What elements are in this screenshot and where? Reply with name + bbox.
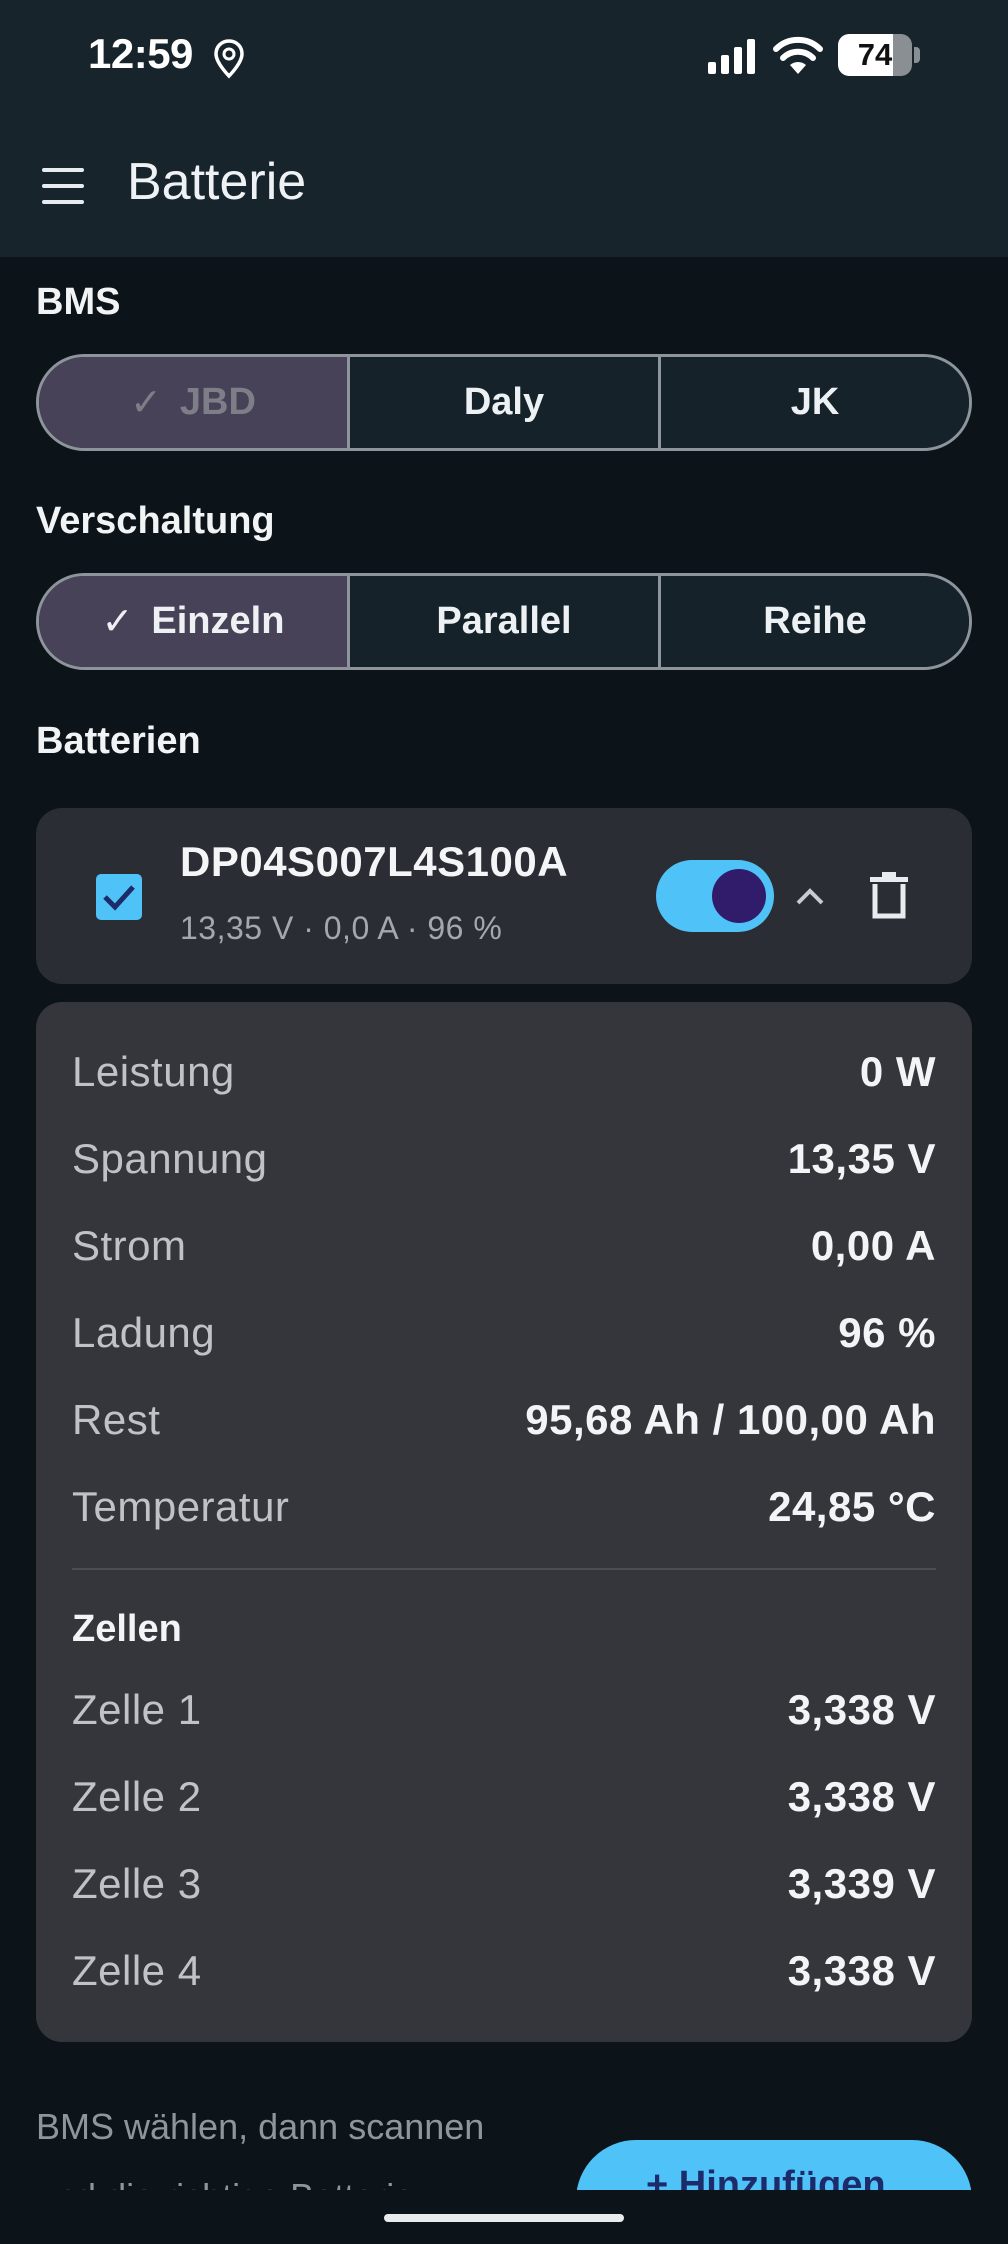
battery-enable-switch[interactable] — [656, 860, 774, 932]
bms-option-jbd[interactable]: ✓ JBD — [39, 357, 350, 448]
home-indicator[interactable] — [384, 2214, 624, 2222]
detail-row-ladung: Ladung 96 % — [72, 1309, 936, 1356]
batterien-label: Batterien — [36, 720, 201, 762]
location-icon — [214, 39, 244, 79]
screen: 12:59 74 Batterie BMS ✓ JBD Daly JK Vers… — [0, 0, 1008, 2244]
cell-row-2: Zelle 2 3,338 V — [72, 1773, 936, 1820]
battery-indicator: 74 — [838, 34, 920, 76]
cells-title: Zellen — [72, 1608, 182, 1650]
chevron-up-icon[interactable] — [790, 876, 830, 916]
battery-name: DP04S007L4S100A — [180, 838, 569, 885]
detail-row-temperatur: Temperatur 24,85 °C — [72, 1483, 936, 1530]
verschaltung-selector: ✓ Einzeln Parallel Reihe — [36, 573, 972, 670]
detail-row-strom: Strom 0,00 A — [72, 1222, 936, 1269]
cell-row-3: Zelle 3 3,339 V — [72, 1860, 936, 1907]
menu-icon[interactable] — [40, 168, 86, 204]
battery-checkbox[interactable] — [96, 874, 142, 920]
battery-summary: 13,35 V · 0,0 A · 96 % — [180, 910, 503, 946]
detail-row-spannung: Spannung 13,35 V — [72, 1135, 936, 1182]
bms-selector: ✓ JBD Daly JK — [36, 354, 972, 451]
wifi-icon — [773, 36, 823, 74]
page-title: Batterie — [127, 153, 307, 211]
bms-label: BMS — [36, 281, 121, 323]
battery-card[interactable]: DP04S007L4S100A 13,35 V · 0,0 A · 96 % — [36, 808, 972, 984]
battery-details-panel: Leistung 0 W Spannung 13,35 V Strom 0,00… — [36, 1002, 972, 2042]
verschaltung-option-parallel[interactable]: Parallel — [350, 576, 661, 667]
top-app-bar: 12:59 74 Batterie — [0, 0, 1008, 257]
battery-level: 74 — [857, 37, 893, 72]
cell-row-4: Zelle 4 3,338 V — [72, 1947, 936, 1994]
delete-icon[interactable] — [868, 870, 910, 920]
check-icon: ✓ — [101, 601, 134, 643]
signal-icon — [708, 39, 755, 74]
check-icon: ✓ — [130, 382, 162, 424]
detail-row-rest: Rest 95,68 Ah / 100,00 Ah — [72, 1396, 936, 1443]
verschaltung-option-einzeln[interactable]: ✓ Einzeln — [39, 576, 350, 667]
divider — [72, 1568, 936, 1570]
bms-option-daly[interactable]: Daly — [350, 357, 661, 448]
cell-row-1: Zelle 1 3,338 V — [72, 1686, 936, 1733]
verschaltung-option-reihe[interactable]: Reihe — [661, 576, 969, 667]
check-icon — [103, 885, 135, 911]
status-time: 12:59 — [88, 30, 193, 77]
detail-row-leistung: Leistung 0 W — [72, 1048, 936, 1095]
switch-knob — [712, 869, 766, 923]
verschaltung-label: Verschaltung — [36, 500, 275, 542]
bms-option-jk[interactable]: JK — [661, 357, 969, 448]
